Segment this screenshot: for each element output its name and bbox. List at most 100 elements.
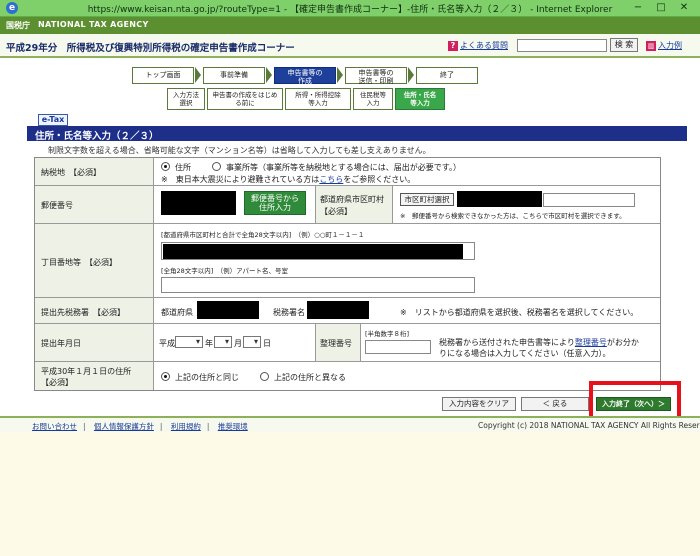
tax-place-label: 納税地 【必須】 [41, 167, 101, 178]
page-header: 平成29年分 所得税及び復興特別所得税の確定申告書作成コーナー ? よくある質問 … [0, 34, 700, 58]
substep-before-start: 申告書の作成をはじめ る前に [207, 88, 283, 110]
substep-line: 住所・氏名 [403, 91, 437, 99]
disaster-link[interactable]: こちら [319, 175, 343, 184]
office-pref-label: 都道府県 [161, 308, 193, 317]
clear-input-button[interactable]: 入力内容をクリア [442, 397, 516, 411]
step-send-line2: 送信・印刷 [358, 77, 394, 85]
redacted-office-name [307, 301, 369, 319]
required-mark: 【必須】 [73, 168, 101, 177]
jan1-label-cell: 平成30年１月１日の住所 【必須】 [35, 362, 154, 390]
close-button[interactable]: ✕ [674, 1, 694, 15]
row-tax-office: 提出先税務署 【必須】 都道府県 税務署名 ※ リストから都道府県を選択後、税務… [35, 298, 660, 324]
substep-line: 等入力 [410, 99, 430, 107]
search-input[interactable] [517, 39, 607, 52]
copyright: Copyright (c) 2018 NATIONAL TAX AGENCY A… [478, 421, 700, 430]
footer-separator: | [159, 422, 163, 431]
row-tax-place: 納税地 【必須】 住所 事業所等（事業所等を納税地とする場合には、届出が必要です… [35, 158, 660, 186]
ref-number-input[interactable] [365, 340, 431, 354]
step-arrow-icon [337, 67, 343, 83]
street-value: [都道府県市区町村と合計で全角28文字以内] （例）○○町１－１－１ [全角28… [155, 224, 660, 297]
step-arrow-icon [408, 67, 414, 83]
radio-jan1-different[interactable] [260, 372, 269, 381]
ref-number-link[interactable]: 整理番号 [575, 338, 607, 347]
footer-separator: | [206, 422, 210, 431]
book-icon: ▥ [646, 41, 656, 51]
example-link[interactable]: ▥ 入力例 [646, 40, 682, 51]
day-select[interactable] [243, 336, 261, 348]
etax-badge: e-Tax [38, 114, 68, 126]
city-field[interactable] [543, 193, 635, 207]
city-select-button[interactable]: 市区町村選択 [400, 193, 454, 206]
radio-office-label: 事業所等（事業所等を納税地とする場合には、届出が必要です。） [226, 163, 461, 172]
back-button[interactable]: ＜ 戻る [521, 397, 589, 411]
substep-line: 住民税等 [360, 91, 386, 99]
required-mark: 【必須】 [97, 308, 125, 317]
window-titlebar: e https://www.keisan.nta.go.jp/?routeTyp… [0, 0, 700, 17]
postal-value: 郵便番号から 住所入力 都道府県市区町村 【必須】 市区町村選択 ※ 郵便番号か… [155, 186, 660, 223]
city-select-note: ※ 郵便番号から検索できなかった方は、こちらで市区町村を選択できます。 [400, 212, 626, 220]
building-input[interactable] [161, 277, 475, 293]
section-title: 住所・氏名等入力（２／３） [35, 131, 159, 142]
minimize-button[interactable]: − [628, 1, 648, 15]
empty-page-area [0, 432, 700, 556]
footer-link-environment[interactable]: 推奨環境 [218, 422, 248, 431]
postal-label: 郵便番号 [41, 201, 73, 210]
address-form: 納税地 【必須】 住所 事業所等（事業所等を納税地とする場合には、届出が必要です… [34, 157, 661, 391]
radio-jan1-same[interactable] [161, 372, 170, 381]
substep-line: 所得・所得控除 [295, 91, 341, 99]
postal-to-address-button[interactable]: 郵便番号から 住所入力 [244, 191, 306, 215]
row-submit-date: 提出年月日 平成 年 月 日 整理番号 [半角数字８桁] 税務署から送付された申… [35, 324, 660, 362]
month-select[interactable] [214, 336, 232, 348]
year-select[interactable] [175, 336, 203, 348]
footer-links: お問い合わせ | 個人情報保護方針 | 利用規約 | 推奨環境 [32, 421, 248, 432]
step-create-line2: 作成 [298, 77, 312, 85]
street-label: 丁目番地等 【必須】 [41, 257, 117, 268]
radio-address[interactable] [161, 162, 170, 171]
redacted-office-pref [197, 301, 259, 319]
jan1-label-line1: 平成30年１月１日の住所 [41, 367, 132, 376]
submit-date-value: 平成 年 月 日 整理番号 [半角数字８桁] 税務署から送付された申告書等により… [155, 324, 660, 361]
required-mark: 【必須】 [89, 258, 117, 267]
row-jan1-address: 平成30年１月１日の住所 【必須】 上記の住所と同じ 上記の住所と異なる [35, 362, 660, 390]
step-arrow-icon [195, 67, 201, 83]
footer-link-privacy[interactable]: 個人情報保護方針 [94, 422, 154, 431]
radio-jan1-same-label: 上記の住所と同じ [175, 373, 239, 382]
agency-name: NATIONAL TAX AGENCY [38, 20, 149, 29]
substep-income-deduction: 所得・所得控除 等入力 [285, 88, 351, 110]
window-title: https://www.keisan.nta.go.jp/?routeType=… [87, 5, 613, 15]
ref-number-hint: [半角数字８桁] [365, 330, 410, 338]
faq-link[interactable]: ? よくある質問 [448, 40, 508, 51]
redacted-postal-code [161, 191, 236, 215]
question-icon: ? [448, 41, 458, 51]
label-text: 納税地 [41, 168, 65, 177]
substep-input-method: 入力方法 選択 [167, 88, 205, 110]
button-line: 郵便番号から [251, 194, 299, 203]
maximize-button[interactable]: □ [651, 1, 671, 15]
tax-office-label-cell: 提出先税務署 【必須】 [35, 298, 154, 323]
radio-office[interactable] [212, 162, 221, 171]
day-label: 日 [263, 339, 271, 348]
submit-date-label: 提出年月日 [41, 339, 81, 348]
postal-label-cell: 郵便番号 [35, 186, 154, 223]
row-postal: 郵便番号 郵便番号から 住所入力 都道府県市区町村 【必須】 市区町村選択 ※ … [35, 186, 660, 224]
street-hint-2: [全角28文字以内] （例）アパート名、号室 [161, 267, 288, 275]
nta-logo: 国税庁 [6, 21, 30, 30]
radio-address-label: 住所 [175, 163, 191, 172]
ref-note-text: 税務署から送付された申告書等により [439, 338, 575, 347]
substep-line: 入力 [366, 99, 380, 107]
era-label: 平成 [159, 339, 175, 348]
ref-note-text: がお分か [606, 338, 639, 347]
year-label: 年 [205, 339, 213, 348]
footer-link-terms[interactable]: 利用規約 [171, 422, 201, 431]
page-title: 平成29年分 所得税及び復興特別所得税の確定申告書作成コーナー [6, 43, 295, 54]
step-finish: 終了 [416, 67, 478, 84]
search-button[interactable]: 検 索 [610, 38, 638, 52]
disaster-note-text: をご参照ください。 [343, 175, 416, 184]
footer-link-contact[interactable]: お問い合わせ [32, 422, 77, 431]
label-text: 丁目番地等 [41, 258, 81, 267]
label-text: 提出先税務署 [41, 308, 89, 317]
faq-label: よくある質問 [460, 41, 508, 50]
step-send-print: 申告書等の 送信・印刷 [345, 67, 407, 85]
button-line: 住所入力 [259, 203, 291, 212]
office-note: ※ リストから都道府県を選択後、税務署名を選択してください。 [400, 308, 639, 317]
